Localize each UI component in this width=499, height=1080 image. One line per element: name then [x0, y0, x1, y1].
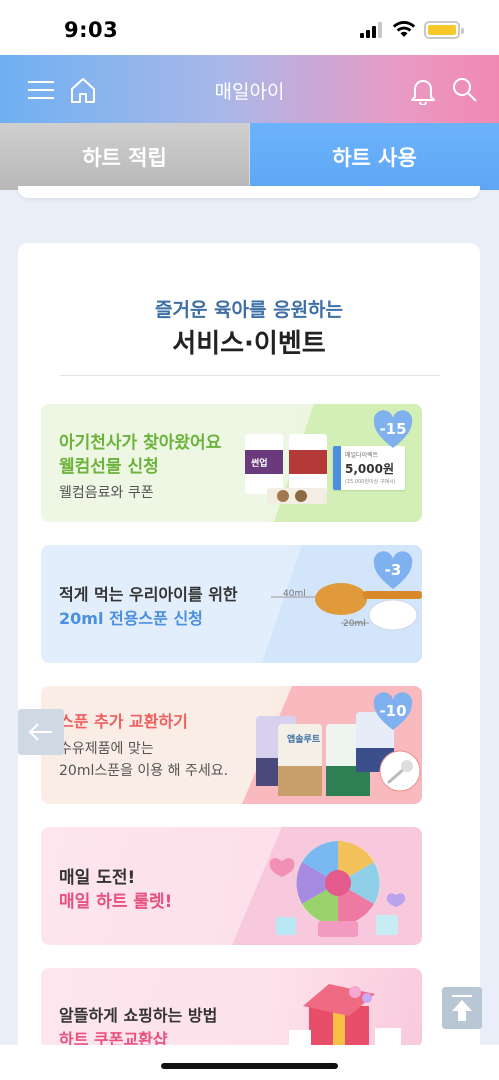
home-indicator[interactable] [161, 1063, 338, 1069]
card-description-2: 20ml스푼을 이용 해 주세요. [59, 763, 229, 779]
battery-icon [424, 21, 464, 39]
card-title: 알뜰하게 쇼핑하는 방법 [59, 1006, 218, 1025]
coupon-label: 매일다이렉트 [345, 452, 379, 459]
heart-cost: -15 [379, 420, 407, 438]
previous-arrow-button[interactable] [18, 709, 64, 755]
previous-card-edge [18, 186, 480, 198]
status-time: 9:03 [64, 18, 119, 42]
wifi-icon [392, 21, 416, 37]
spoon-label-big: 40ml [283, 589, 306, 599]
status-bar: 9:03 [0, 0, 499, 55]
drink-cup-image [245, 434, 327, 504]
card-title: 매일 도전! [59, 868, 136, 888]
heart-cost: -3 [384, 561, 402, 579]
heart-cost: -10 [379, 702, 407, 720]
arrow-up-icon [452, 995, 472, 1021]
card-subtitle: 20ml 전용스푼 신청 [59, 609, 203, 628]
tab-heart-use[interactable]: 하트 사용 [250, 123, 499, 190]
section-subtitle: 즐거운 육아를 응원하는 [154, 299, 344, 321]
spoon-request-card[interactable]: 적게 먹는 우리아이를 위한 20ml 전용스푼 신청 40ml 20ml -3 [41, 545, 422, 663]
cellular-signal-icon [360, 22, 384, 38]
card-subtitle: 웰컴선물 신청 [59, 457, 159, 477]
coupon-value: 5,000원 [345, 462, 394, 476]
bell-icon[interactable] [408, 75, 438, 105]
spoon-label-small: 20ml [343, 619, 366, 629]
heart-tabs: 하트 적립 하트 사용 [0, 123, 499, 190]
card-subtitle: 매일 하트 룰렛! [59, 892, 173, 912]
welcome-gift-card[interactable]: 아기천사가 찾아왔어요 웰컴선물 신청 웰컴음료와 쿠폰 썬업 매일다이렉트 5… [41, 404, 422, 522]
heart-badge: -3 [372, 551, 414, 591]
product-label: 썬업 [251, 459, 268, 469]
heart-coupon-shop-card[interactable]: 알뜰하게 쇼핑하는 방법 하트 쿠폰교환샵 [41, 968, 422, 1048]
card-description: 웰컴음료와 쿠폰 [59, 485, 154, 501]
heart-badge: -15 [372, 410, 414, 450]
search-icon[interactable] [450, 75, 480, 105]
card-title: 적게 먹는 우리아이를 위한 [59, 585, 238, 604]
roulette-image [269, 841, 406, 937]
gift-box-image [289, 984, 401, 1048]
coupon-image: 매일다이렉트 5,000원 (15,000원이상 구매시) [333, 446, 405, 490]
section-divider [60, 375, 440, 376]
section-title: 서비스·이벤트 [172, 329, 326, 359]
scroll-to-top-button[interactable] [442, 987, 482, 1029]
tab-heart-earn[interactable]: 하트 적립 [0, 123, 250, 190]
arrow-left-icon [28, 723, 52, 741]
spoon-badge-icon [379, 750, 421, 792]
spoon-exchange-card[interactable]: 스푼 추가 교환하기 수유제품에 맞는 20ml스푼을 이용 해 주세요. 앱솔… [41, 686, 422, 804]
app-header: 매일아이 [0, 55, 499, 123]
heart-badge: -10 [372, 692, 414, 732]
coupon-note: (15,000원이상 구매시) [345, 479, 396, 485]
card-title: 스푼 추가 교환하기 [59, 712, 188, 731]
card-description-1: 수유제품에 맞는 [59, 741, 154, 757]
product-label: 앱솔루트 [287, 735, 321, 745]
daily-roulette-card[interactable]: 매일 도전! 매일 하트 룰렛! [41, 827, 422, 945]
card-title: 아기천사가 찾아왔어요 [59, 433, 222, 453]
